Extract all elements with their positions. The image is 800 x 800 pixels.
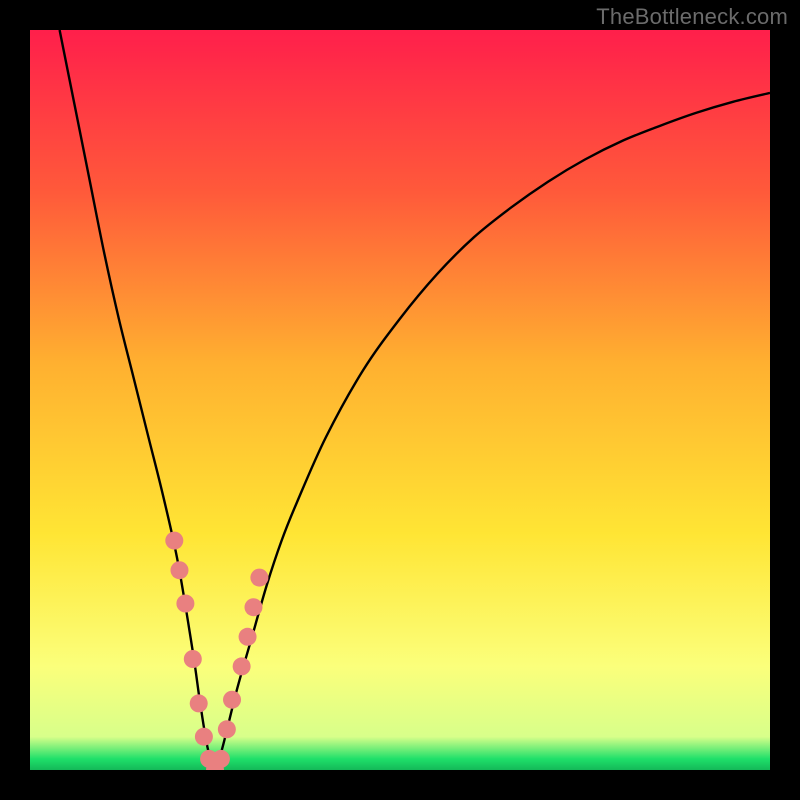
sample-dot bbox=[250, 569, 268, 587]
sample-dot bbox=[190, 694, 208, 712]
watermark-text: TheBottleneck.com bbox=[596, 4, 788, 30]
sample-dot bbox=[239, 628, 257, 646]
plot-area bbox=[30, 30, 770, 770]
sample-dot bbox=[165, 532, 183, 550]
sample-dot bbox=[233, 657, 251, 675]
sample-dot bbox=[195, 728, 213, 746]
gradient-background bbox=[30, 30, 770, 770]
sample-dot bbox=[176, 595, 194, 613]
sample-dot bbox=[184, 650, 202, 668]
sample-dot bbox=[218, 720, 236, 738]
sample-dot bbox=[212, 750, 230, 768]
chart-frame: TheBottleneck.com bbox=[0, 0, 800, 800]
sample-dot bbox=[170, 561, 188, 579]
sample-dot bbox=[223, 691, 241, 709]
bottleneck-chart bbox=[30, 30, 770, 770]
sample-dot bbox=[244, 598, 262, 616]
